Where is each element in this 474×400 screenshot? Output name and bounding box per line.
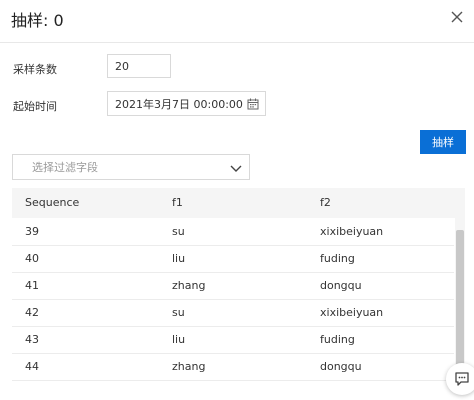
filter-field-select[interactable]: 选择过滤字段 [12,154,250,180]
table-row: 42 su xixibeiyuan [12,299,454,327]
sample-button[interactable]: 抽样 [420,130,466,154]
table-row: 39 su xixibeiyuan [12,218,454,246]
cell-sequence: 42 [25,306,39,319]
cell-sequence: 40 [25,252,39,265]
column-header-f1: f1 [172,196,183,209]
table-row: 41 zhang dongqu [12,272,454,300]
cell-f2: xixibeiyuan [320,306,384,319]
cell-f1: su [172,225,185,238]
cell-f1: su [172,306,185,319]
header-divider [0,42,474,43]
start-time-value: 2021年3月7日 00:00:00 [115,97,243,111]
filter-placeholder: 选择过滤字段 [32,161,98,174]
cell-f1: zhang [172,360,206,373]
close-icon[interactable] [448,8,466,26]
table-row: 40 liu fuding [12,245,454,273]
sample-count-value: 20 [115,59,129,73]
cell-f2: dongqu [320,279,362,292]
column-header-f2: f2 [320,196,331,209]
cell-sequence: 39 [25,225,39,238]
cell-f2: fuding [320,333,355,346]
start-time-label: 起始时间 [13,100,57,113]
cell-sequence: 43 [25,333,39,346]
cell-f1: liu [172,333,186,346]
cell-f1: liu [172,252,186,265]
table-row: 43 liu fuding [12,326,454,354]
cell-f2: dongqu [320,360,362,373]
start-time-input[interactable]: 2021年3月7日 00:00:00 [107,91,266,116]
cell-sequence: 41 [25,279,39,292]
sample-count-input[interactable]: 20 [107,54,171,78]
sample-count-label: 采样条数 [13,63,57,76]
cell-f2: fuding [320,252,355,265]
chat-icon[interactable] [446,363,474,395]
calendar-icon[interactable] [247,98,259,110]
cell-f1: zhang [172,279,206,292]
cell-sequence: 44 [25,360,39,373]
dialog-title: 抽样: 0 [11,11,64,30]
table-header: Sequence f1 f2 [12,188,465,218]
cell-f2: xixibeiyuan [320,225,384,238]
table-row: 44 zhang dongqu [12,353,454,381]
column-header-sequence: Sequence [25,196,80,209]
chevron-down-icon [229,161,243,175]
